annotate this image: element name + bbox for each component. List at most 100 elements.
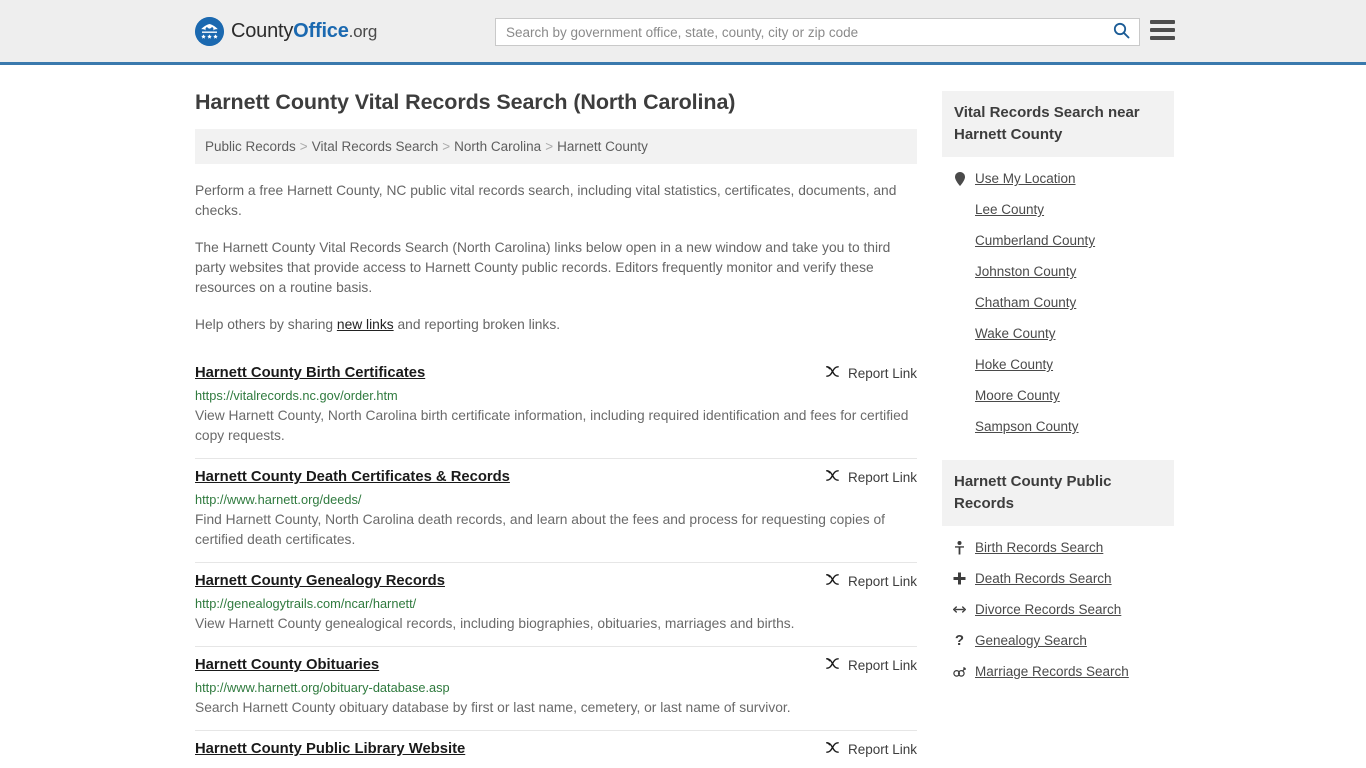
sidebar-link-label[interactable]: Moore County	[975, 388, 1060, 403]
result-title-link[interactable]: Harnett County Obituaries	[195, 655, 379, 675]
result-url[interactable]: http://www.harnett.org/deeds/	[195, 491, 917, 508]
result-header: Harnett County Public Library Website Re…	[195, 739, 917, 759]
result-title-link[interactable]: Harnett County Death Certificates & Reco…	[195, 467, 510, 487]
hamburger-bar	[1150, 28, 1175, 32]
page-body: Harnett County Vital Records Search (Nor…	[0, 65, 1366, 768]
sidebar-link-label[interactable]: Johnston County	[975, 264, 1076, 279]
main-content: Harnett County Vital Records Search (Nor…	[195, 65, 917, 768]
broken-link-icon	[825, 656, 840, 674]
nearby-vital-records-card: Vital Records Search near Harnett County…	[942, 91, 1174, 442]
sidebar-link-label[interactable]: Death Records Search	[975, 571, 1112, 586]
report-link-button[interactable]: Report Link	[825, 364, 917, 382]
logo-word-county: County	[231, 19, 294, 42]
sidebar-link-label[interactable]: Marriage Records Search	[975, 664, 1129, 679]
sidebar-link-label[interactable]: Wake County	[975, 326, 1056, 341]
search-input[interactable]	[496, 19, 1103, 45]
intro-paragraph-2: The Harnett County Vital Records Search …	[195, 240, 891, 295]
intro-paragraph-3: Help others by sharing new links and rep…	[195, 315, 917, 335]
split-arrows-icon	[953, 604, 966, 615]
sidebar-item-wake-county[interactable]: Wake County	[942, 318, 1174, 349]
breadcrumb-item-public-records[interactable]: Public Records	[205, 139, 296, 154]
sidebar-item-lee-county[interactable]: Lee County	[942, 194, 1174, 225]
result-description: Search Harnett County obituary database …	[195, 700, 791, 715]
sidebar-item-use-my-location[interactable]: Use My Location	[942, 163, 1174, 194]
sidebar-link-label[interactable]: Hoke County	[975, 357, 1053, 372]
report-link-button[interactable]: Report Link	[825, 468, 917, 486]
sidebar-link-label[interactable]: Birth Records Search	[975, 540, 1103, 555]
result-description: View Harnett County, North Carolina birt…	[195, 408, 909, 443]
result-item: Harnett County Obituaries Report Link ht…	[195, 647, 917, 731]
sidebar-item-sampson-county[interactable]: Sampson County	[942, 411, 1174, 442]
site-logo[interactable]: CountyOffice.org	[195, 16, 377, 46]
results-list: Harnett County Birth Certificates Report…	[195, 355, 917, 768]
breadcrumb-item-north-carolina[interactable]: North Carolina	[454, 139, 541, 154]
sidebar-item-death-records-search[interactable]: Death Records Search	[942, 563, 1174, 594]
result-url[interactable]: http://www.harnett.org/obituary-database…	[195, 679, 917, 696]
result-header: Harnett County Death Certificates & Reco…	[195, 467, 917, 487]
result-title-link[interactable]: Harnett County Birth Certificates	[195, 363, 425, 383]
sidebar-item-marriage-records-search[interactable]: Marriage Records Search	[942, 656, 1174, 687]
search-icon	[1113, 22, 1130, 42]
result-item: Harnett County Birth Certificates Report…	[195, 355, 917, 459]
result-item: Harnett County Genealogy Records Report …	[195, 563, 917, 647]
sidebar-link-label[interactable]: Genealogy Search	[975, 633, 1087, 648]
report-link-button[interactable]: Report Link	[825, 740, 917, 758]
sidebar-item-birth-records-search[interactable]: Birth Records Search	[942, 532, 1174, 563]
broken-link-icon	[825, 740, 840, 758]
public-records-card: Harnett County Public Records Birth Reco…	[942, 460, 1174, 687]
right-sidebar: Vital Records Search near Harnett County…	[942, 65, 1174, 768]
sidebar-item-chatham-county[interactable]: Chatham County	[942, 287, 1174, 318]
map-pin-icon	[953, 171, 966, 186]
result-title-link[interactable]: Harnett County Genealogy Records	[195, 571, 445, 591]
sidebar-item-hoke-county[interactable]: Hoke County	[942, 349, 1174, 380]
sidebar-item-moore-county[interactable]: Moore County	[942, 380, 1174, 411]
site-header: CountyOffice.org	[0, 0, 1366, 65]
result-description: View Harnett County genealogical records…	[195, 616, 795, 631]
sidebar-link-label[interactable]: Sampson County	[975, 419, 1079, 434]
result-header: Harnett County Birth Certificates Report…	[195, 363, 917, 383]
hamburger-bar	[1150, 20, 1175, 24]
sidebar-item-johnston-county[interactable]: Johnston County	[942, 256, 1174, 287]
question-mark-icon: ?	[954, 632, 965, 649]
report-link-button[interactable]: Report Link	[825, 572, 917, 590]
sidebar-item-divorce-records-search[interactable]: Divorce Records Search	[942, 594, 1174, 625]
public-records-card-heading: Harnett County Public Records	[942, 460, 1174, 526]
breadcrumb-item-harnett-county[interactable]: Harnett County	[557, 139, 648, 154]
hamburger-bar	[1150, 36, 1175, 40]
cross-icon	[953, 572, 966, 585]
baby-icon	[953, 540, 966, 555]
result-header: Harnett County Obituaries Report Link	[195, 655, 917, 675]
report-link-button[interactable]: Report Link	[825, 656, 917, 674]
page-title: Harnett County Vital Records Search (Nor…	[195, 90, 736, 114]
broken-link-icon	[825, 364, 840, 382]
result-title-link[interactable]: Harnett County Public Library Website	[195, 739, 465, 759]
result-url[interactable]: http://genealogytrails.com/ncar/harnett/	[195, 595, 917, 612]
result-url[interactable]: https://vitalrecords.nc.gov/order.htm	[195, 387, 917, 404]
sidebar-item-cumberland-county[interactable]: Cumberland County	[942, 225, 1174, 256]
sidebar-link-label[interactable]: Use My Location	[975, 171, 1076, 186]
result-item: Harnett County Public Library Website Re…	[195, 731, 917, 768]
new-links-link[interactable]: new links	[337, 317, 394, 332]
breadcrumb-separator: >	[299, 139, 308, 154]
public-records-list: Birth Records Search Death Records Searc…	[942, 526, 1174, 687]
site-logo-text: CountyOffice.org	[231, 20, 377, 43]
report-link-label: Report Link	[847, 657, 917, 673]
logo-word-office: Office	[293, 19, 349, 42]
sidebar-link-label[interactable]: Lee County	[975, 202, 1044, 217]
breadcrumb-separator: >	[442, 139, 451, 154]
sidebar-link-label[interactable]: Chatham County	[975, 295, 1076, 310]
result-item: Harnett County Death Certificates & Reco…	[195, 459, 917, 563]
result-header: Harnett County Genealogy Records Report …	[195, 571, 917, 591]
sidebar-link-label[interactable]: Divorce Records Search	[975, 602, 1121, 617]
breadcrumb-item-vital-records-search[interactable]: Vital Records Search	[312, 139, 439, 154]
search-button[interactable]	[1103, 19, 1139, 45]
result-description: Find Harnett County, North Carolina deat…	[195, 512, 885, 547]
gender-rings-icon	[953, 666, 966, 678]
sidebar-item-genealogy-search[interactable]: ? Genealogy Search	[942, 625, 1174, 656]
sidebar-link-label[interactable]: Cumberland County	[975, 233, 1095, 248]
breadcrumb: Public Records > Vital Records Search > Nort…	[195, 129, 917, 164]
nearby-county-list: Use My Location Lee County Cumberland Co…	[942, 157, 1174, 442]
search-bar[interactable]	[495, 18, 1140, 46]
hamburger-menu-icon[interactable]	[1150, 20, 1175, 40]
nearby-card-heading: Vital Records Search near Harnett County	[942, 91, 1174, 157]
